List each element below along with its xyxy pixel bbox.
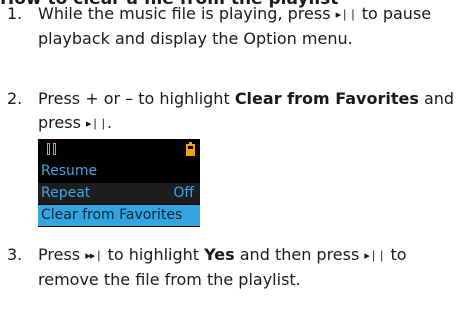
menu-item-value: Off bbox=[173, 185, 194, 201]
step-text-part: While the music file is playing, press bbox=[38, 4, 331, 23]
play-pause-icon: ▸❘❘ bbox=[335, 8, 358, 21]
step-emphasis: Clear from Favorites bbox=[234, 89, 419, 108]
menu-item-label: Repeat bbox=[41, 185, 91, 201]
step-number: 2. bbox=[7, 89, 23, 108]
step-text: Press ▸▸❘ to highlight Yes and then pres… bbox=[38, 243, 457, 292]
status-bar bbox=[38, 139, 200, 161]
menu-item-resume[interactable]: Resume bbox=[38, 161, 200, 182]
menu-item-clear-from-favorites[interactable]: Clear from Favorites bbox=[38, 205, 200, 226]
step-text-part: and then press bbox=[239, 245, 360, 264]
battery-icon bbox=[186, 142, 195, 156]
menu-item-label: Resume bbox=[41, 163, 98, 179]
menu-item-label: Clear from Favorites bbox=[41, 207, 183, 223]
play-pause-icon: ▸❘❘ bbox=[364, 249, 386, 262]
step-number: 3. bbox=[7, 245, 23, 264]
step-text-part: to highlight bbox=[107, 245, 200, 264]
step-text-part: . bbox=[106, 113, 113, 132]
pause-icon bbox=[47, 143, 58, 155]
step-text: While the music file is playing, press ▸… bbox=[38, 2, 457, 51]
device-screen: Resume Repeat Off Clear from Favorites bbox=[38, 139, 200, 227]
step-number: 1. bbox=[7, 4, 23, 23]
menu-item-repeat[interactable]: Repeat Off bbox=[38, 183, 200, 204]
step-text: Press + or – to highlight Clear from Fav… bbox=[38, 87, 457, 136]
next-track-icon: ▸▸❘ bbox=[85, 249, 103, 262]
step-text-part: Press bbox=[38, 245, 81, 264]
step-emphasis: Yes bbox=[204, 245, 235, 264]
step-text-part: Press + or – to highlight bbox=[38, 89, 230, 108]
play-pause-icon: ▸❘❘ bbox=[86, 117, 108, 130]
